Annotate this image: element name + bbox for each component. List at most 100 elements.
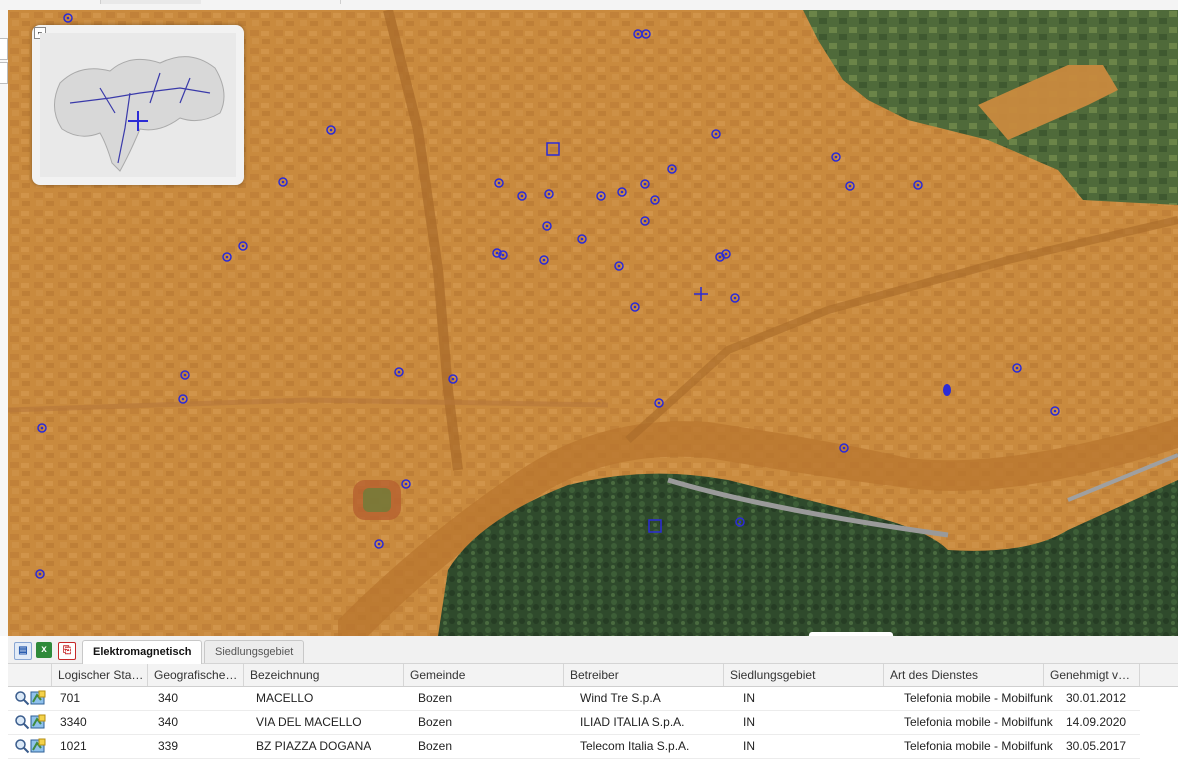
column-header[interactable]: Betreiber (564, 664, 724, 686)
cell-operator: ILIAD ITALIA S.p.A. (580, 715, 685, 729)
cell-logical-station: 701 (60, 691, 81, 705)
zoom-to-icon[interactable] (14, 714, 30, 730)
cell-approved: 30.01.2012 (1066, 691, 1127, 705)
cell-geographic: 340 (158, 715, 179, 729)
antenna-marker-dot (636, 32, 640, 36)
table-row[interactable]: 1021 339 BZ PIAZZA DOGANA Bozen Telecom … (8, 734, 1140, 759)
antenna-marker-dot (617, 264, 621, 268)
table-row[interactable]: 3340 340 VIA DEL MACELLO Bozen ILIAD ITA… (8, 710, 1140, 735)
cell-municipality: Bozen (418, 715, 453, 729)
square-marker[interactable] (546, 142, 560, 156)
cell-name: VIA DEL MACELLO (256, 715, 362, 729)
toolbar-segment[interactable] (100, 0, 201, 4)
antenna-marker-dot (714, 132, 718, 136)
map-locate-icon[interactable] (30, 738, 46, 754)
side-panel-button[interactable] (0, 62, 8, 84)
cell-service-type: Telefonia mobile - Mobilfunk (904, 739, 1053, 753)
column-header[interactable]: Logischer Sta… (52, 664, 148, 686)
antenna-marker-dot (718, 255, 722, 259)
cell-municipality: Bozen (418, 691, 453, 705)
grid-icon[interactable]: ▤ (14, 642, 32, 660)
column-header[interactable]: Art des Dienstes (884, 664, 1044, 686)
antenna-marker-dot (738, 520, 742, 524)
antenna-marker-dot (842, 446, 846, 450)
antenna-marker-dot (643, 219, 647, 223)
cell-approved: 14.09.2020 (1066, 715, 1127, 729)
antenna-marker-dot (848, 184, 852, 188)
tab-siedlungsgebiet[interactable]: Siedlungsgebiet (204, 640, 305, 663)
toolbar-segment[interactable] (340, 0, 439, 4)
column-header[interactable]: Genehmigt v… (1044, 664, 1140, 686)
table-row[interactable]: 701 340 MACELLO Bozen Wind Tre S.p.A IN … (8, 686, 1140, 711)
antenna-marker-dot (653, 198, 657, 202)
antenna-marker-dot (241, 244, 245, 248)
antenna-marker-dot (281, 180, 285, 184)
column-header[interactable]: Bezeichnung (244, 664, 404, 686)
square-marker[interactable] (648, 519, 662, 533)
antenna-marker-dot (377, 542, 381, 546)
cell-geographic: 340 (158, 691, 179, 705)
antenna-marker-dot (643, 182, 647, 186)
antenna-marker-dot (1053, 409, 1057, 413)
cell-logical-station: 3340 (60, 715, 87, 729)
antenna-marker-dot (599, 194, 603, 198)
antenna-marker-dot (520, 194, 524, 198)
cell-operator: Wind Tre S.p.A (580, 691, 661, 705)
column-header-actions (8, 664, 52, 686)
cell-approved: 30.05.2017 (1066, 739, 1127, 753)
map-view[interactable]: ⌐ ⌄ (8, 10, 1178, 636)
table-header: Logischer Sta… Geografische… Bezeichnung… (8, 664, 1178, 687)
antenna-marker-dot (580, 237, 584, 241)
antenna-marker-dot (181, 397, 185, 401)
antenna-marker-dot (733, 296, 737, 300)
antenna-marker-dot (329, 128, 333, 132)
excel-icon[interactable]: x (36, 642, 52, 658)
antenna-marker-dot (547, 192, 551, 196)
cell-name: MACELLO (256, 691, 314, 705)
overview-map[interactable]: ⌐ (32, 25, 244, 185)
antenna-marker-dot (916, 183, 920, 187)
antenna-marker-dot (545, 224, 549, 228)
zoom-to-icon[interactable] (14, 738, 30, 754)
selected-marker[interactable] (943, 384, 951, 396)
antenna-marker-dot (657, 401, 661, 405)
antenna-marker-dot (40, 426, 44, 430)
cell-settlement: IN (743, 715, 755, 729)
cell-service-type: Telefonia mobile - Mobilfunk (904, 715, 1053, 729)
column-header[interactable]: Geografische… (148, 664, 244, 686)
antenna-marker-dot (501, 253, 505, 257)
antenna-marker-dot (670, 167, 674, 171)
antenna-marker-dot (66, 16, 70, 20)
side-panel-button[interactable] (0, 38, 8, 60)
tab-strip: ▤ x ⎘ Elektromagnetisch Siedlungsgebiet (8, 636, 1178, 664)
antenna-marker-dot (183, 373, 187, 377)
column-header[interactable]: Siedlungsgebiet (724, 664, 884, 686)
antenna-marker-dot (1015, 366, 1019, 370)
results-panel: ▤ x ⎘ Elektromagnetisch Siedlungsgebiet … (8, 636, 1178, 781)
column-header[interactable]: Gemeinde (404, 664, 564, 686)
cell-settlement: IN (743, 739, 755, 753)
antenna-marker-dot (225, 255, 229, 259)
cell-logical-station: 1021 (60, 739, 87, 753)
cell-settlement: IN (743, 691, 755, 705)
zoom-to-icon[interactable] (14, 690, 30, 706)
antenna-marker-dot (451, 377, 455, 381)
antenna-marker-dot (38, 572, 42, 576)
cell-municipality: Bozen (418, 739, 453, 753)
antenna-marker-dot (834, 155, 838, 159)
antenna-marker-dot (397, 370, 401, 374)
tab-elektromagnetisch[interactable]: Elektromagnetisch (82, 640, 203, 664)
antenna-marker-dot (497, 181, 501, 185)
antenna-marker-dot (404, 482, 408, 486)
antenna-marker-dot (724, 252, 728, 256)
pdf-icon[interactable]: ⎘ (58, 642, 76, 660)
cell-geographic: 339 (158, 739, 179, 753)
antenna-marker-dot (542, 258, 546, 262)
map-locate-icon[interactable] (30, 714, 46, 730)
map-locate-icon[interactable] (30, 690, 46, 706)
cell-name: BZ PIAZZA DOGANA (256, 739, 372, 753)
cell-service-type: Telefonia mobile - Mobilfunk (904, 691, 1053, 705)
overview-map-image (40, 33, 236, 177)
cell-operator: Telecom Italia S.p.A. (580, 739, 690, 753)
antenna-marker-dot (495, 251, 499, 255)
